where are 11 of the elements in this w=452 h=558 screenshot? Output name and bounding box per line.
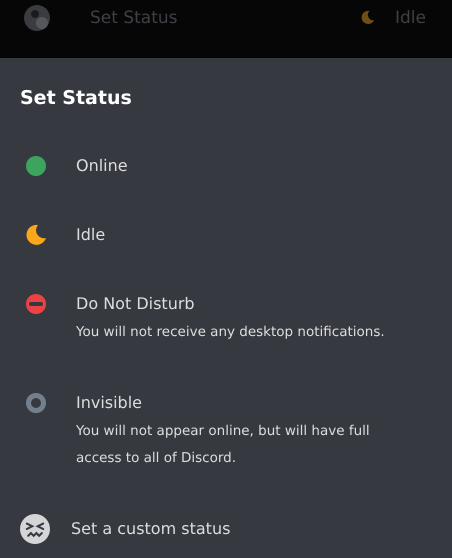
status-option[interactable]: Idle xyxy=(76,223,106,247)
status-description: You will not appear online, but will have full access to all of Discord. xyxy=(76,422,371,468)
user-settings-icon[interactable] xyxy=(24,5,50,31)
screen-title: Set Status xyxy=(90,7,178,30)
status-option[interactable]: Set a custom status xyxy=(71,517,230,541)
sheet-title: Set Status xyxy=(20,86,133,111)
status-description: You will not receive any desktop notifications. xyxy=(76,323,386,342)
status-option[interactable]: Online xyxy=(76,154,128,178)
status-option[interactable]: Do Not Disturb xyxy=(76,292,195,316)
status-option[interactable]: Invisible xyxy=(76,391,142,415)
current-status: Idle xyxy=(395,7,426,30)
